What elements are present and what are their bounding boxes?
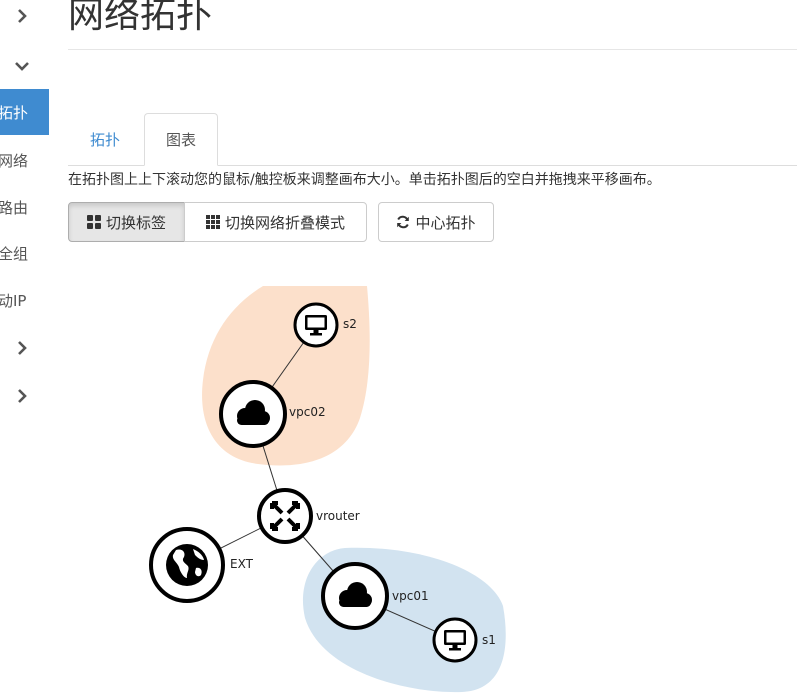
vpc02-group-hull[interactable] — [202, 286, 370, 466]
node-label-s2: s2 — [343, 317, 357, 331]
node-vrouter[interactable]: vrouter — [257, 488, 360, 544]
node-label-vpc01: vpc01 — [392, 589, 429, 603]
globe-icon — [166, 544, 208, 586]
node-label-ext: EXT — [230, 557, 254, 571]
topology-canvas[interactable]: s2 vpc02 vrouter EXT vpc01 s1 — [0, 0, 797, 700]
node-label-vpc02: vpc02 — [289, 405, 326, 419]
node-label-s1: s1 — [482, 633, 496, 647]
node-label-vrouter: vrouter — [316, 509, 360, 523]
